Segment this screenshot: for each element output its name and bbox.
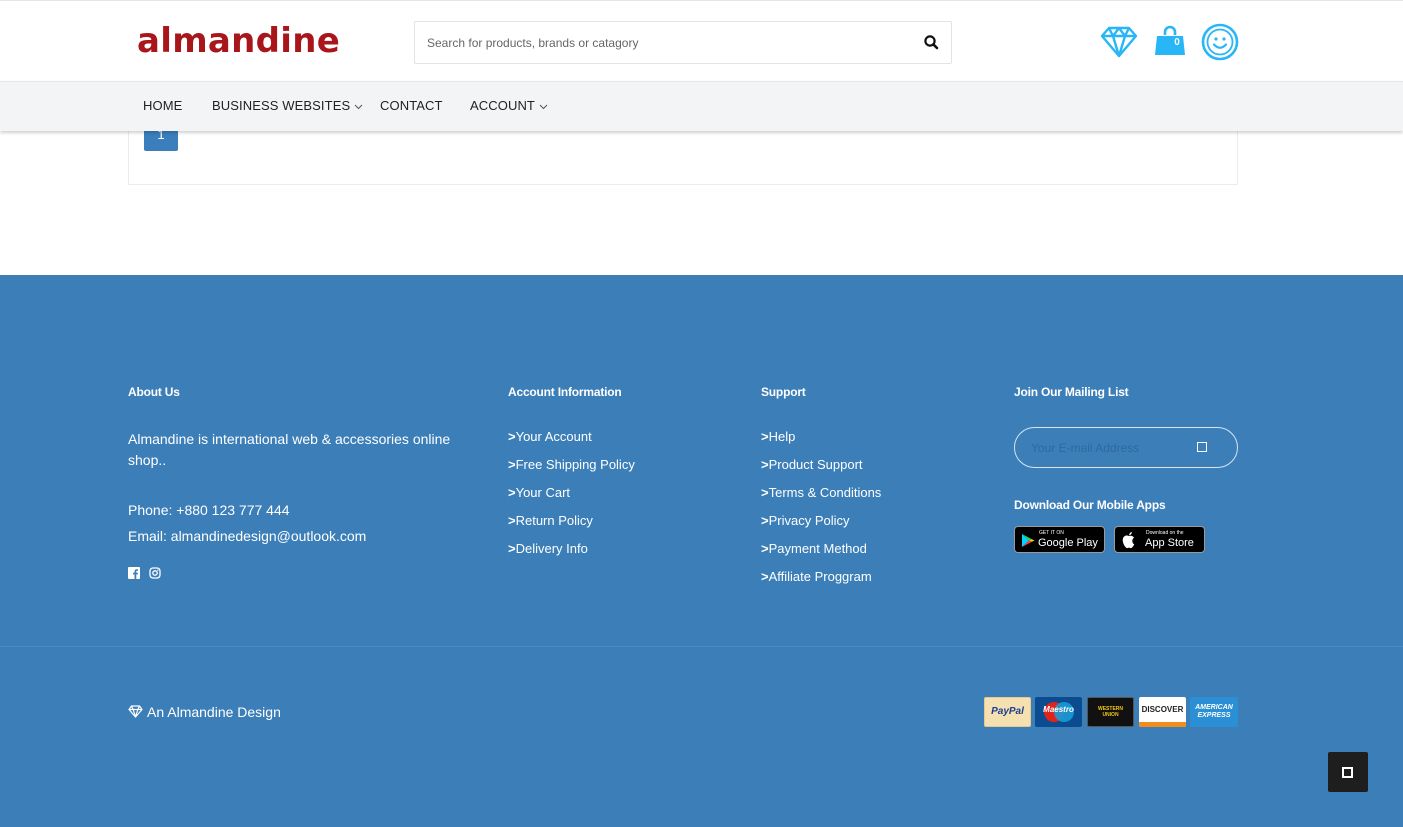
nav-item-label: HOME <box>143 98 183 113</box>
facebook-link[interactable] <box>128 566 140 579</box>
design-credit-text: An Almandine Design <box>147 704 281 720</box>
link-label: Help <box>768 429 796 444</box>
payment-label: WESTERN UNION <box>1098 706 1123 718</box>
payment-label: Maestro <box>1043 705 1074 714</box>
link-label: Product Support <box>768 457 863 472</box>
nav-item-label: ACCOUNT <box>470 98 535 113</box>
chevron-right-icon: > <box>508 457 516 472</box>
footer-link-return-policy[interactable]: >Return Policy <box>508 511 635 539</box>
link-label: Payment Method <box>768 541 867 556</box>
search-icon <box>924 35 939 50</box>
site-footer: About Us Almandine is international web … <box>0 275 1403 827</box>
chevron-right-icon: > <box>761 429 769 444</box>
support-links: >Help >Product Support >Terms & Conditio… <box>761 427 881 595</box>
chevron-right-icon: > <box>761 457 769 472</box>
footer-divider <box>0 646 1403 647</box>
maestro-logo: Maestro <box>1035 697 1082 727</box>
instagram-icon <box>149 567 161 579</box>
account-links: >Your Account >Free Shipping Policy >You… <box>508 427 635 567</box>
account-button[interactable] <box>1201 23 1239 61</box>
link-label: Free Shipping Policy <box>515 457 635 472</box>
payment-label: PayPal <box>991 706 1024 717</box>
footer-link-payment-method[interactable]: >Payment Method <box>761 539 881 567</box>
main-navigation: HOME BUSINESS WEBSITES CONTACT ACCOUNT <box>0 81 1403 131</box>
payment-label: DISCOVER <box>1141 705 1184 714</box>
google-play-badge[interactable]: GET IT ON Google Play <box>1014 526 1105 553</box>
newsletter-email-input[interactable] <box>1031 428 1181 467</box>
mailing-list-heading: Join Our Mailing List <box>1014 385 1129 399</box>
western-union-logo: WESTERN UNION <box>1087 697 1134 727</box>
top-header: almandine 0 <box>0 0 1403 81</box>
facebook-icon <box>128 567 140 579</box>
about-heading: About Us <box>128 385 180 399</box>
footer-link-your-cart[interactable]: >Your Cart <box>508 483 635 511</box>
about-text: Almandine is international web & accesso… <box>128 431 451 468</box>
phone-text: Phone: +880 123 777 444 <box>128 502 290 518</box>
nav-item-home[interactable]: HOME <box>143 98 182 113</box>
footer-link-your-account[interactable]: >Your Account <box>508 427 635 455</box>
email-text: Email: almandinedesign@outlook.com <box>128 528 367 544</box>
link-label: Your Cart <box>515 485 571 500</box>
chevron-right-icon: > <box>761 541 769 556</box>
footer-link-free-shipping-policy[interactable]: >Free Shipping Policy <box>508 455 635 483</box>
footer-link-delivery-info[interactable]: >Delivery Info <box>508 539 635 567</box>
mobile-apps-heading: Download Our Mobile Apps <box>1014 498 1166 512</box>
chevron-right-icon: > <box>761 569 769 584</box>
chevron-down-icon <box>354 104 363 109</box>
chevron-right-icon: > <box>508 513 516 528</box>
newsletter-submit-button[interactable] <box>1197 442 1207 452</box>
smiley-icon <box>1201 23 1239 61</box>
instagram-link[interactable] <box>149 566 161 579</box>
chevron-down-icon <box>539 104 548 109</box>
support-heading: Support <box>761 385 806 399</box>
link-label: Affiliate Proggram <box>768 569 872 584</box>
newsletter-form <box>1014 427 1238 468</box>
discover-logo: DISCOVER <box>1139 697 1186 727</box>
diamond-icon <box>128 705 143 718</box>
scroll-to-top-button[interactable] <box>1328 752 1368 792</box>
footer-link-product-support[interactable]: >Product Support <box>761 455 881 483</box>
search-button[interactable] <box>921 32 943 54</box>
nav-item-account[interactable]: ACCOUNT <box>470 98 548 113</box>
wishlist-button[interactable] <box>1100 23 1138 61</box>
link-label: Privacy Policy <box>768 513 850 528</box>
app-store-label: App Store <box>1145 537 1194 549</box>
search-bar <box>414 21 952 64</box>
nav-item-label: BUSINESS WEBSITES <box>212 98 351 113</box>
nav-item-contact[interactable]: CONTACT <box>380 98 443 113</box>
chevron-right-icon: > <box>508 485 516 500</box>
link-label: Return Policy <box>515 513 593 528</box>
footer-link-affiliate-program[interactable]: >Affiliate Proggram <box>761 567 881 595</box>
nav-item-business-websites[interactable]: BUSINESS WEBSITES <box>212 98 363 113</box>
search-input[interactable] <box>415 22 907 63</box>
square-icon <box>1342 767 1353 778</box>
apple-icon <box>1122 532 1135 549</box>
design-credit: An Almandine Design <box>128 704 281 720</box>
footer-link-terms-conditions[interactable]: >Terms & Conditions <box>761 483 881 511</box>
american-express-logo: AMERICAN EXPRESS <box>1190 697 1238 727</box>
google-play-caption: GET IT ON <box>1039 530 1064 536</box>
payment-label: AMERICAN EXPRESS <box>1195 704 1233 719</box>
site-logo[interactable]: almandine <box>137 21 340 61</box>
chevron-right-icon: > <box>508 429 516 444</box>
link-label: Terms & Conditions <box>768 485 882 500</box>
nav-item-label: CONTACT <box>380 98 443 113</box>
account-info-heading: Account Information <box>508 385 622 399</box>
chevron-right-icon: > <box>761 513 769 528</box>
link-label: Delivery Info <box>515 541 588 556</box>
diamond-icon <box>1100 26 1138 58</box>
google-play-label: Google Play <box>1038 537 1098 549</box>
cart-count-badge: 0 <box>1174 37 1180 48</box>
chevron-right-icon: > <box>508 541 516 556</box>
discover-stripe <box>1139 722 1186 727</box>
app-store-caption: Download on the <box>1146 530 1184 536</box>
app-store-badge[interactable]: Download on the App Store <box>1114 526 1205 553</box>
footer-link-privacy-policy[interactable]: >Privacy Policy <box>761 511 881 539</box>
footer-link-help[interactable]: >Help <box>761 427 881 455</box>
chevron-right-icon: > <box>761 485 769 500</box>
google-play-icon <box>1022 534 1035 547</box>
link-label: Your Account <box>515 429 592 444</box>
paypal-logo: PayPal <box>984 697 1031 727</box>
